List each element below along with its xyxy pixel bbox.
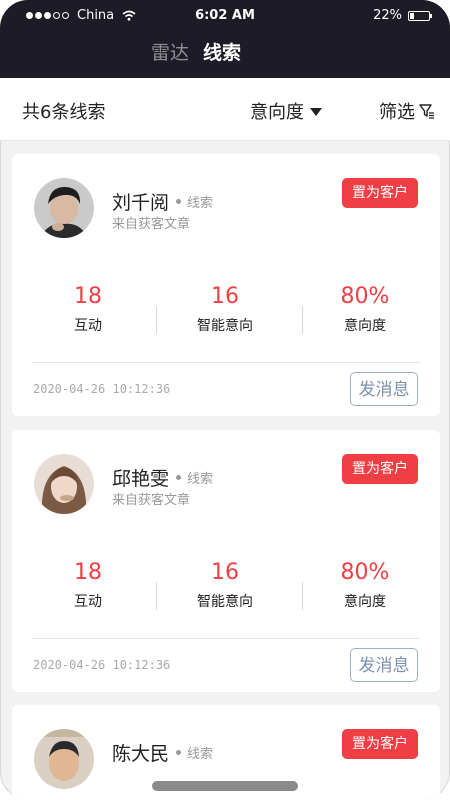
separator-dot [176, 475, 182, 480]
phone-screen: China 6:02 AM 22% 雷达 线索 共6条线索 意向度 筛选 刘千阅… [0, 0, 450, 800]
stat-value: 18 [74, 284, 102, 309]
set-as-customer-button[interactable]: 置为客户 [342, 729, 418, 759]
timestamp: 2020-04-26 10:12:36 [33, 658, 171, 672]
separator-dot [176, 199, 182, 204]
filter-button[interactable]: 筛选 [379, 98, 435, 124]
lead-name: 陈大民 [112, 743, 170, 765]
lead-name: 邱艳雯 [112, 468, 170, 490]
stat-value: 80% [340, 284, 390, 309]
stat-label: 智能意向 [197, 318, 253, 334]
set-as-customer-button[interactable]: 置为客户 [342, 454, 418, 484]
stat-smart-intent: 16 智能意向 [155, 284, 295, 335]
stat-label: 意向度 [344, 318, 386, 334]
filter-bar: 共6条线索 意向度 筛选 [0, 78, 450, 141]
card-divider [32, 638, 420, 639]
total-count: 共6条线索 [22, 102, 106, 123]
separator-dot [176, 750, 182, 755]
stat-value: 16 [211, 560, 239, 585]
lead-tag: 线索 [187, 472, 214, 487]
battery-icon [408, 10, 432, 21]
stat-interaction: 18 互动 [18, 560, 158, 611]
avatar [34, 454, 94, 514]
tab-clues[interactable]: 线索 [203, 38, 241, 65]
sort-dropdown[interactable]: 意向度 [250, 98, 322, 124]
send-message-button[interactable]: 发消息 [350, 648, 418, 682]
lead-source: 来自获客文章 [112, 493, 191, 508]
status-bar: China 6:02 AM 22% [0, 0, 450, 30]
stat-interaction: 18 互动 [18, 284, 158, 335]
lead-card[interactable]: 刘千阅 线索 来自获客文章 置为客户 18 互动 16 智能意向 80% 意向度… [12, 154, 440, 416]
lead-source: 来自获客文章 [112, 217, 191, 232]
stats-row: 18 互动 16 智能意向 80% 意向度 [12, 284, 440, 354]
stat-label: 智能意向 [197, 594, 253, 610]
name-row: 刘千阅 线索 [112, 188, 213, 215]
stat-smart-intent: 16 智能意向 [155, 560, 295, 611]
lead-name: 刘千阅 [112, 192, 170, 214]
stat-label: 互动 [74, 318, 102, 334]
name-row: 邱艳雯 线索 [112, 464, 213, 491]
lead-tag: 线索 [187, 196, 214, 211]
stat-intent-degree: 80% 意向度 [295, 284, 435, 335]
stat-label: 意向度 [344, 594, 386, 610]
name-row: 陈大民 线索 [112, 739, 213, 766]
stats-row: 18 互动 16 智能意向 80% 意向度 [12, 560, 440, 630]
card-divider [32, 362, 420, 363]
nav-tabs: 雷达 线索 [0, 38, 450, 68]
status-right: 22% [373, 8, 432, 23]
send-message-button[interactable]: 发消息 [350, 372, 418, 406]
stat-value: 16 [211, 284, 239, 309]
tab-radar[interactable]: 雷达 [151, 38, 189, 65]
avatar [34, 178, 94, 238]
lead-tag: 线索 [187, 747, 214, 762]
lead-card[interactable]: 邱艳雯 线索 来自获客文章 置为客户 18 互动 16 智能意向 80% 意向度… [12, 430, 440, 692]
caret-down-icon [310, 108, 322, 116]
filter-funnel-icon [419, 104, 434, 119]
stat-value: 18 [74, 560, 102, 585]
set-as-customer-button[interactable]: 置为客户 [342, 178, 418, 208]
battery-percent: 22% [373, 8, 402, 23]
header: China 6:02 AM 22% 雷达 线索 [0, 0, 450, 78]
filter-label: 筛选 [379, 102, 415, 123]
stat-intent-degree: 80% 意向度 [295, 560, 435, 611]
stat-label: 互动 [74, 594, 102, 610]
stat-value: 80% [340, 560, 390, 585]
avatar [34, 729, 94, 789]
home-indicator[interactable] [152, 781, 298, 791]
timestamp: 2020-04-26 10:12:36 [33, 382, 171, 396]
sort-label: 意向度 [250, 102, 304, 123]
